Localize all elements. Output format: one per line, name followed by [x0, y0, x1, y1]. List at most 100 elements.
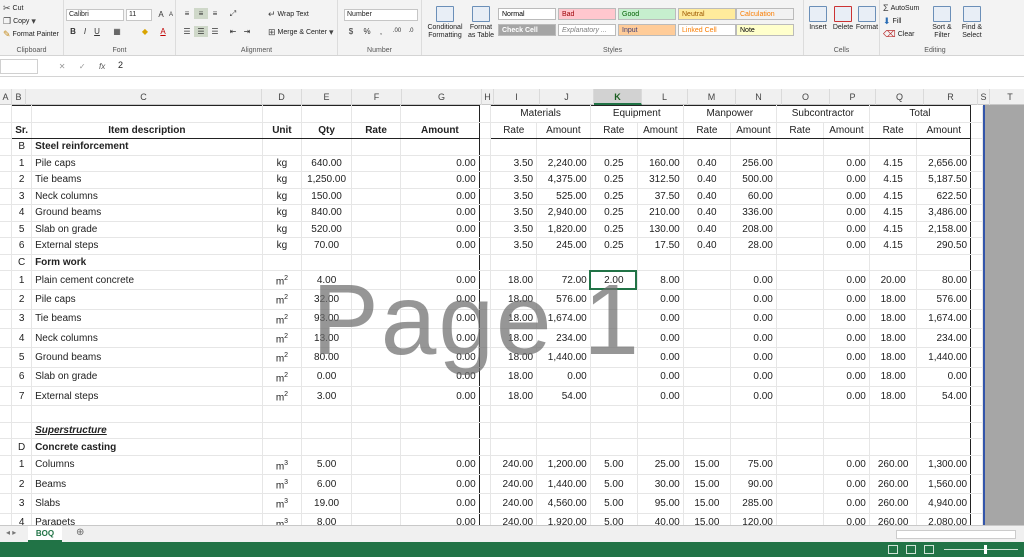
cell-a[interactable]: [0, 328, 13, 349]
cell-description[interactable]: External steps: [31, 237, 263, 255]
cell-total-amount[interactable]: [916, 405, 972, 423]
cell-subcontractor-amount[interactable]: 0.00: [823, 474, 870, 495]
cell-equipment-rate[interactable]: [589, 422, 638, 440]
cell-a[interactable]: [0, 155, 13, 172]
cell-materials-rate[interactable]: 3.50: [490, 171, 538, 189]
cell-equipment-amount[interactable]: 17.50: [637, 237, 684, 255]
header-rate[interactable]: Rate: [350, 122, 402, 139]
normal-view-icon[interactable]: [888, 545, 898, 554]
cell-equipment-amount[interactable]: 0.00: [637, 367, 684, 387]
cell-qty[interactable]: [301, 438, 352, 456]
font-name-select[interactable]: Calibri: [66, 9, 124, 21]
name-box[interactable]: [0, 59, 38, 74]
cell-amount[interactable]: 0.00: [400, 347, 480, 368]
cell-equipment-amount[interactable]: 130.00: [637, 221, 684, 238]
cell-total-amount[interactable]: 1,674.00: [916, 309, 972, 329]
autosum-button[interactable]: Σ AutoSum: [883, 4, 919, 13]
cell-amount[interactable]: 0.00: [400, 309, 480, 329]
cell-manpower-rate[interactable]: [682, 254, 732, 271]
cell-materials-amount[interactable]: 1,920.00: [536, 513, 591, 525]
cell-style-check-cell[interactable]: Check Cell: [498, 24, 556, 36]
cell-materials-rate[interactable]: 18.00: [490, 347, 538, 368]
cell-qty[interactable]: [301, 405, 352, 423]
cell-s[interactable]: [970, 513, 983, 525]
cell-materials-rate[interactable]: 18.00: [490, 328, 538, 349]
cell-qty[interactable]: 4.00: [301, 270, 352, 291]
cell-unit[interactable]: kg: [261, 155, 303, 172]
cell-manpower-amount[interactable]: 0.00: [730, 270, 777, 291]
cell-rate[interactable]: [350, 367, 402, 387]
page-break-icon[interactable]: [924, 545, 934, 554]
cell-equipment-rate[interactable]: [589, 386, 638, 407]
cell-materials-amount[interactable]: 1,820.00: [536, 221, 591, 238]
formula-input[interactable]: 2: [118, 60, 123, 70]
cell-subcontractor-amount[interactable]: 0.00: [823, 204, 870, 222]
cell-h[interactable]: [479, 493, 492, 514]
cell-equipment-amount[interactable]: [637, 138, 684, 156]
cell-manpower-amount[interactable]: 256.00: [730, 155, 777, 172]
font-size-select[interactable]: 11: [126, 9, 152, 21]
cell-rate[interactable]: [350, 513, 402, 525]
cell-amount[interactable]: [400, 438, 480, 456]
cell-equipment-amount[interactable]: [637, 405, 684, 423]
cell-a[interactable]: [0, 289, 13, 310]
header-equipment-rate[interactable]: Rate: [589, 122, 638, 139]
cell-qty[interactable]: 520.00: [301, 221, 352, 238]
cell-subcontractor-rate[interactable]: [775, 188, 825, 205]
cell-manpower-amount[interactable]: 336.00: [730, 204, 777, 222]
cell-equipment-amount[interactable]: 160.00: [637, 155, 684, 172]
cell-unit[interactable]: kg: [261, 221, 303, 238]
header-equipment-amount[interactable]: Amount: [637, 122, 684, 139]
cell-total-rate[interactable]: 4.15: [868, 237, 918, 255]
cell-amount[interactable]: [400, 405, 480, 423]
header-total-amount[interactable]: Amount: [916, 122, 972, 139]
cell-s[interactable]: [970, 237, 983, 255]
cell-manpower-rate[interactable]: 15.00: [682, 493, 732, 514]
cell-item-top[interactable]: [31, 105, 263, 123]
cell-sr[interactable]: 2: [11, 474, 33, 495]
cell-h[interactable]: [479, 204, 492, 222]
cell-materials-rate[interactable]: 3.50: [490, 204, 538, 222]
cell-total-rate[interactable]: [868, 422, 918, 440]
cell-s[interactable]: [970, 270, 983, 291]
cell-manpower-rate[interactable]: 15.00: [682, 455, 732, 476]
cell-subcontractor-rate[interactable]: [775, 289, 825, 310]
cell-equipment-rate[interactable]: [589, 405, 638, 423]
cell-s[interactable]: [970, 155, 983, 172]
borders-icon[interactable]: ▦: [110, 26, 124, 37]
cell-rate[interactable]: [350, 438, 402, 456]
sheet-tab-boq[interactable]: BOQ: [28, 526, 62, 542]
cell-equipment-amount[interactable]: 0.00: [637, 328, 684, 349]
cell-manpower-rate[interactable]: [682, 289, 732, 310]
cell-manpower-rate[interactable]: [682, 422, 732, 440]
cell-manpower-rate[interactable]: [682, 138, 732, 156]
cell-equipment-amount[interactable]: 0.00: [637, 309, 684, 329]
zoom-thumb[interactable]: [984, 545, 987, 554]
underline-icon[interactable]: U: [90, 26, 104, 37]
cell-s[interactable]: [970, 188, 983, 205]
cell-total-amount[interactable]: 290.50: [916, 237, 972, 255]
cell-unit[interactable]: kg: [261, 204, 303, 222]
header-amount[interactable]: Amount: [400, 122, 480, 139]
cell-subcontractor-rate[interactable]: [775, 493, 825, 514]
horizontal-scrollbar[interactable]: [896, 530, 1016, 539]
cell-total-amount[interactable]: 1,560.00: [916, 474, 972, 495]
cell-s[interactable]: [970, 204, 983, 222]
cell-total-amount[interactable]: [916, 422, 972, 440]
cell-equipment-rate[interactable]: 0.25: [589, 155, 638, 172]
cell-qty[interactable]: 13.00: [301, 328, 352, 349]
cell-s[interactable]: [970, 138, 983, 156]
cell-subcontractor-amount[interactable]: [823, 254, 870, 271]
cell-manpower-amount[interactable]: 0.00: [730, 386, 777, 407]
cell-a[interactable]: [0, 237, 13, 255]
cell-a[interactable]: [0, 270, 13, 291]
clear-button[interactable]: ⌫ Clear: [883, 30, 914, 39]
cell-total-amount[interactable]: 0.00: [916, 367, 972, 387]
cell-equipment-rate[interactable]: 0.25: [589, 171, 638, 189]
cell-subcontractor-amount[interactable]: 0.00: [823, 347, 870, 368]
cell-s[interactable]: [970, 405, 983, 423]
cell-rate[interactable]: [350, 237, 402, 255]
cell-description[interactable]: [31, 405, 263, 423]
cell-h[interactable]: [479, 347, 492, 368]
group-header-equipment[interactable]: Equipment: [589, 105, 684, 123]
